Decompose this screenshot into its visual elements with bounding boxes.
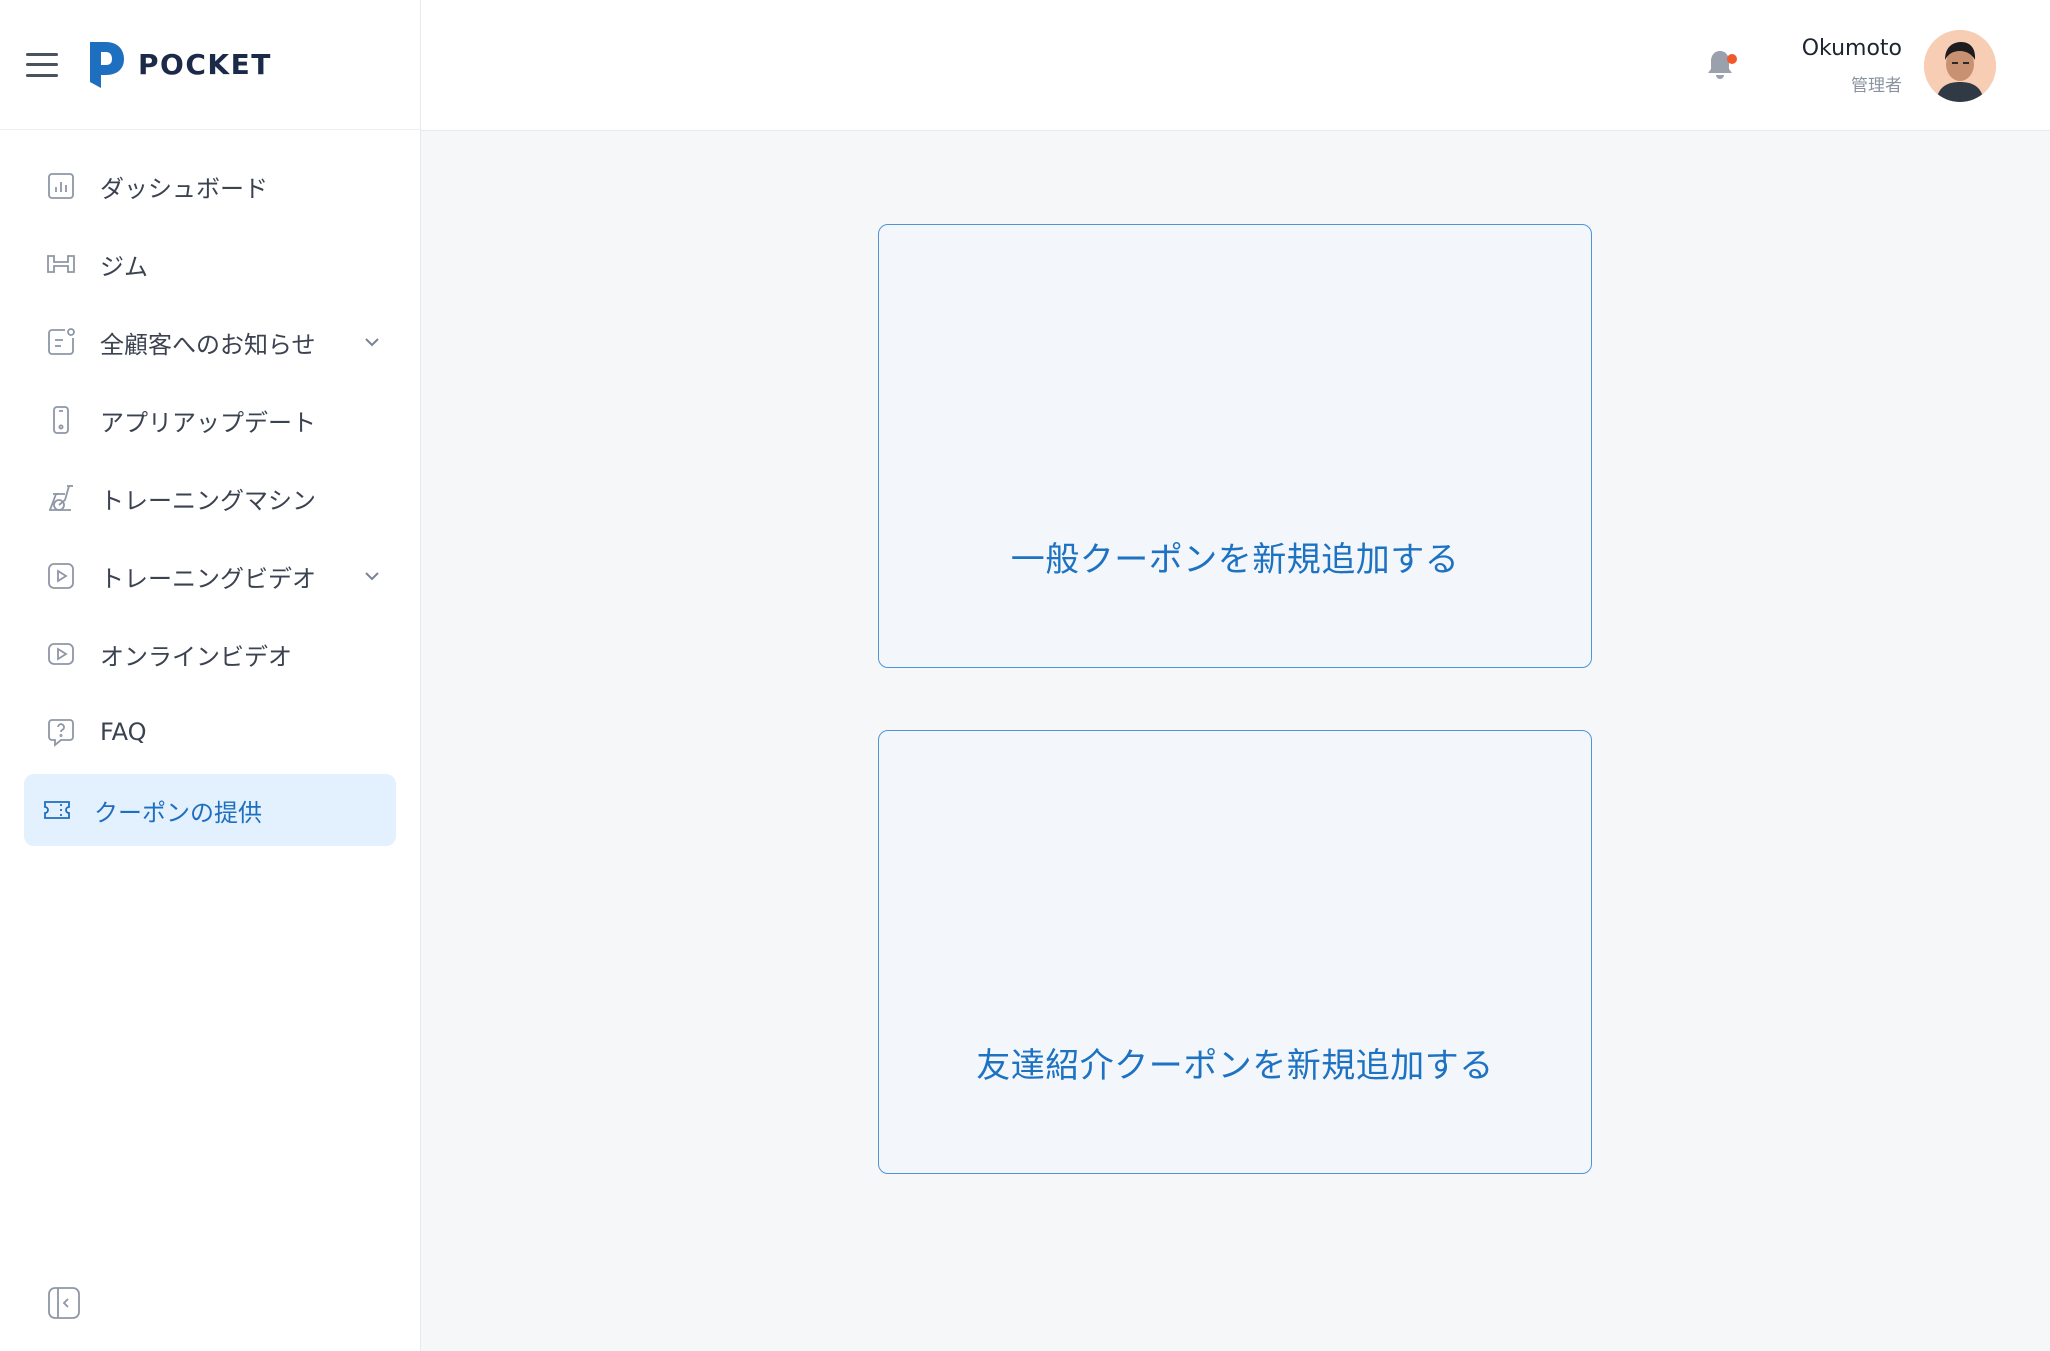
sidebar-item-label: 全顧客へのお知らせ xyxy=(100,330,316,359)
sidebar-item-coupons[interactable]: クーポンの提供 xyxy=(24,774,396,846)
sidebar-item-label: トレーニングビデオ xyxy=(100,564,316,593)
card-label: 友達紹介クーポンを新規追加する xyxy=(976,1046,1494,1086)
sidebar-nav: ダッシュボード ジム 全顧客へのお知らせ アプリアップデート トレーニングマシン… xyxy=(0,130,420,846)
top-bar: Okumoto 管理者 xyxy=(421,0,2050,131)
sidebar-item-training-machines[interactable]: トレーニングマシン xyxy=(24,462,396,534)
sidebar-item-label: クーポンの提供 xyxy=(94,798,262,827)
chevron-down-icon[interactable] xyxy=(362,332,382,352)
ticket-icon xyxy=(40,793,74,827)
sidebar-item-label: FAQ xyxy=(100,718,147,746)
phone-icon xyxy=(44,403,78,437)
user-name: Okumoto xyxy=(1801,36,1902,61)
sidebar-item-training-videos[interactable]: トレーニングビデオ xyxy=(24,540,396,612)
sidebar-header: POCKET xyxy=(0,0,420,130)
sidebar-item-label: ダッシュボード xyxy=(100,174,268,203)
collapse-sidebar-icon[interactable] xyxy=(46,1285,82,1321)
logo[interactable]: POCKET xyxy=(84,38,272,92)
sidebar-item-label: ジム xyxy=(100,252,148,281)
notification-bell-icon[interactable] xyxy=(1705,48,1741,84)
announcement-icon xyxy=(44,325,78,359)
sidebar-item-gym[interactable]: ジム xyxy=(24,228,396,300)
video-icon xyxy=(44,637,78,671)
sidebar-item-dashboard[interactable]: ダッシュボード xyxy=(24,150,396,222)
bike-icon xyxy=(44,481,78,515)
sidebar-item-label: トレーニングマシン xyxy=(100,486,316,515)
sidebar-item-announcements[interactable]: 全顧客へのお知らせ xyxy=(24,306,396,378)
video-icon xyxy=(44,559,78,593)
add-general-coupon-button[interactable]: 一般クーポンを新規追加する xyxy=(878,224,1592,668)
menu-icon[interactable] xyxy=(26,52,58,77)
card-label: 一般クーポンを新規追加する xyxy=(1010,540,1460,580)
sidebar-item-app-update[interactable]: アプリアップデート xyxy=(24,384,396,456)
add-referral-coupon-button[interactable]: 友達紹介クーポンを新規追加する xyxy=(878,730,1592,1174)
pocket-logo-icon xyxy=(90,41,124,88)
chevron-down-icon[interactable] xyxy=(362,566,382,586)
notification-dot xyxy=(1727,54,1737,64)
sidebar-item-label: アプリアップデート xyxy=(100,408,316,437)
user-info[interactable]: Okumoto 管理者 xyxy=(1802,36,1902,96)
avatar[interactable] xyxy=(1924,30,1996,102)
sidebar-item-label: オンラインビデオ xyxy=(100,642,292,671)
chart-icon xyxy=(44,169,78,203)
sidebar-item-online-videos[interactable]: オンラインビデオ xyxy=(24,618,396,690)
sidebar: POCKET ダッシュボード ジム 全顧客へのお知らせ アプリアップデート トレ… xyxy=(0,0,421,1351)
sidebar-item-faq[interactable]: FAQ xyxy=(24,696,396,768)
help-bubble-icon xyxy=(44,715,78,749)
brand-name: POCKET xyxy=(138,48,272,81)
user-role: 管理者 xyxy=(1851,76,1902,96)
gym-icon xyxy=(44,247,78,281)
